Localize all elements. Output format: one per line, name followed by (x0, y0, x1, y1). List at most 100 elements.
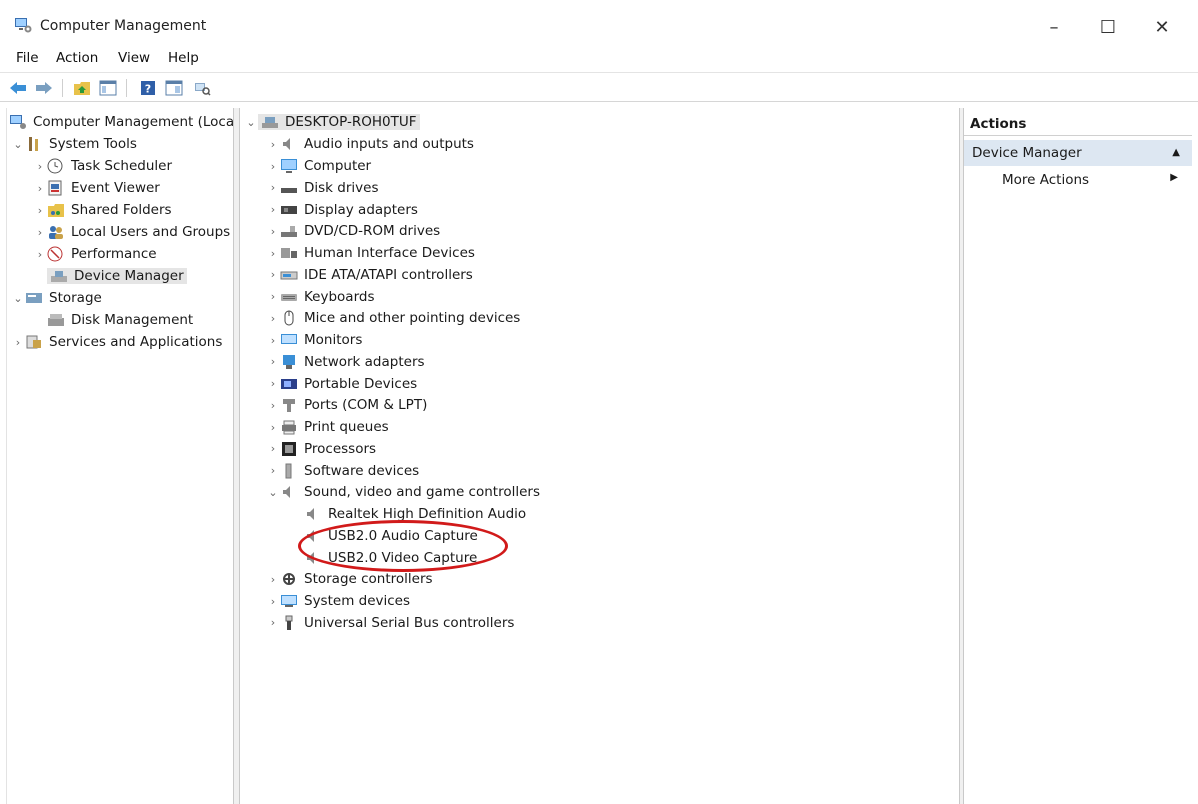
device-category[interactable]: › Storage controllers (266, 569, 433, 589)
chevron-right-icon[interactable]: › (266, 442, 280, 455)
usb-icon (280, 615, 298, 631)
tree-item-label: Monitors (304, 332, 363, 348)
ide-controller-icon (280, 267, 298, 283)
chevron-down-icon[interactable]: ⌄ (266, 486, 280, 499)
device-category[interactable]: › Processors (266, 439, 376, 459)
actions-section-label: Device Manager (972, 145, 1082, 161)
menu-action[interactable]: Action (56, 50, 98, 66)
scan-hardware-icon[interactable] (192, 78, 212, 98)
tree-item-services-applications[interactable]: › Services and Applications (11, 332, 223, 352)
submenu-arrow-icon[interactable]: ▶ (1170, 172, 1178, 183)
chevron-down-icon[interactable]: ⌄ (11, 292, 25, 305)
tree-item-label: DESKTOP-ROH0TUF (285, 114, 417, 130)
device-category[interactable]: › Mice and other pointing devices (266, 308, 521, 328)
chevron-right-icon[interactable]: › (266, 203, 280, 216)
tree-item-performance[interactable]: › Performance (33, 244, 157, 264)
chevron-right-icon[interactable]: › (266, 573, 280, 586)
chevron-down-icon[interactable]: ⌄ (11, 138, 25, 151)
display-adapter-icon (280, 202, 298, 218)
tree-item-label: Print queues (304, 419, 389, 435)
chevron-right-icon[interactable]: › (266, 160, 280, 173)
device-category[interactable]: › Display adapters (266, 200, 418, 220)
device-category[interactable]: › Universal Serial Bus controllers (266, 613, 515, 633)
tree-item-task-scheduler[interactable]: › Task Scheduler (33, 156, 172, 176)
chevron-right-icon[interactable]: › (33, 248, 47, 261)
tree-item-disk-management[interactable]: Disk Management (47, 310, 193, 330)
device-category[interactable]: › Network adapters (266, 352, 425, 372)
device-category[interactable]: › DVD/CD-ROM drives (266, 221, 440, 241)
tree-item-local-users-groups[interactable]: › Local Users and Groups (33, 222, 230, 242)
minimize-button[interactable]: – (1036, 12, 1072, 42)
chevron-right-icon[interactable]: › (266, 616, 280, 629)
event-viewer-icon (47, 180, 65, 196)
chevron-right-icon[interactable]: › (33, 182, 47, 195)
title-bar: Computer Management – ☐ ✕ (0, 0, 1198, 48)
tree-item-computer-management[interactable]: Computer Management (Local (9, 112, 238, 132)
menu-view[interactable]: View (118, 50, 150, 66)
actions-header: Actions (964, 112, 1192, 136)
up-folder-icon[interactable] (72, 78, 92, 98)
tree-item-storage[interactable]: ⌄ Storage (11, 288, 101, 308)
device-category[interactable]: › Print queues (266, 417, 389, 437)
chevron-right-icon[interactable]: › (266, 595, 280, 608)
properties-pane-icon[interactable] (164, 78, 184, 98)
device-category[interactable]: › Ports (COM & LPT) (266, 395, 428, 415)
chevron-right-icon[interactable]: › (266, 268, 280, 281)
device-category[interactable]: › System devices (266, 591, 410, 611)
tree-item-label: Ports (COM & LPT) (304, 397, 428, 414)
chevron-right-icon[interactable]: › (266, 290, 280, 303)
close-button[interactable]: ✕ (1144, 12, 1180, 42)
back-arrow-icon[interactable] (8, 78, 28, 98)
device-category[interactable]: › Keyboards (266, 287, 375, 307)
chevron-right-icon[interactable]: › (266, 399, 280, 412)
forward-arrow-icon[interactable] (34, 78, 54, 98)
menu-help[interactable]: Help (168, 50, 199, 66)
device-category[interactable]: › Monitors (266, 330, 363, 350)
device-category[interactable]: › IDE ATA/ATAPI controllers (266, 265, 473, 285)
chevron-right-icon[interactable]: › (266, 138, 280, 151)
maximize-button[interactable]: ☐ (1090, 12, 1126, 42)
tree-item-label: Performance (71, 246, 157, 262)
chevron-right-icon[interactable]: › (266, 334, 280, 347)
device-category[interactable]: › Human Interface Devices (266, 243, 475, 263)
tree-item-label: Portable Devices (304, 375, 418, 392)
tree-item-label: Local Users and Groups (71, 224, 231, 240)
tree-item-device-manager[interactable]: Device Manager (47, 266, 187, 286)
device-category[interactable]: › Audio inputs and outputs (266, 134, 474, 154)
tree-item-shared-folders[interactable]: › Shared Folders (33, 200, 172, 220)
chevron-down-icon[interactable]: ⌄ (244, 116, 258, 129)
speaker-icon (304, 506, 322, 522)
device-category[interactable]: › Disk drives (266, 178, 379, 198)
device-category[interactable]: ⌄ Sound, video and game controllers (266, 482, 540, 502)
tree-item-label: Computer (304, 158, 372, 174)
device-category[interactable]: › Portable Devices (266, 374, 417, 394)
menu-file[interactable]: File (16, 50, 39, 66)
chevron-right-icon[interactable]: › (266, 355, 280, 368)
chevron-right-icon[interactable]: › (33, 204, 47, 217)
tree-item-label: Display adapters (304, 201, 418, 218)
more-actions-link[interactable]: More Actions (1002, 172, 1089, 188)
actions-section-device-manager[interactable]: Device Manager ▲ (964, 140, 1192, 166)
tree-item-label: IDE ATA/ATAPI controllers (304, 266, 473, 283)
highlight-annotation (298, 520, 508, 572)
help-icon[interactable]: ? (138, 78, 158, 98)
chevron-right-icon[interactable]: › (266, 247, 280, 260)
tree-item-event-viewer[interactable]: › Event Viewer (33, 178, 160, 198)
chevron-right-icon[interactable]: › (266, 421, 280, 434)
chevron-right-icon[interactable]: › (266, 312, 280, 325)
tree-item-system-tools[interactable]: ⌄ System Tools (11, 134, 137, 154)
hid-icon (280, 245, 298, 261)
chevron-right-icon[interactable]: › (33, 226, 47, 239)
monitor-icon (280, 332, 298, 348)
device-category[interactable]: › Computer (266, 156, 371, 176)
chevron-right-icon[interactable]: › (11, 336, 25, 349)
chevron-right-icon[interactable]: › (266, 377, 280, 390)
collapse-up-icon[interactable]: ▲ (1172, 140, 1180, 166)
tree-root-desktop[interactable]: ⌄ DESKTOP-ROH0TUF (244, 112, 420, 132)
show-hide-tree-icon[interactable] (98, 78, 118, 98)
chevron-right-icon[interactable]: › (266, 181, 280, 194)
chevron-right-icon[interactable]: › (266, 464, 280, 477)
chevron-right-icon[interactable]: › (33, 160, 47, 173)
chevron-right-icon[interactable]: › (266, 225, 280, 238)
device-category[interactable]: › Software devices (266, 461, 419, 481)
